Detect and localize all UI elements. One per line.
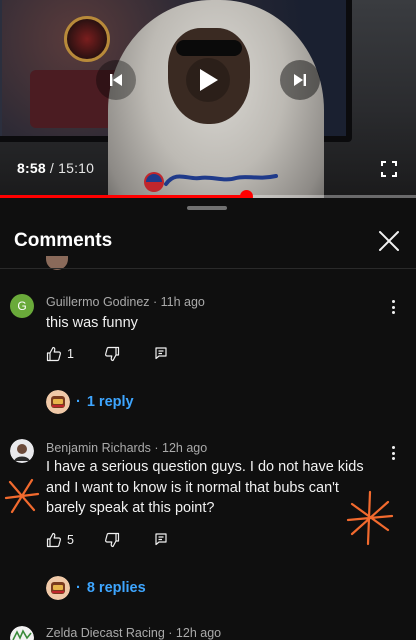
avatar[interactable]: G (10, 294, 34, 318)
comment-text: this was funny (46, 315, 138, 331)
replies-dot: · (76, 394, 81, 410)
dislike-button[interactable] (104, 532, 120, 548)
previous-button[interactable] (96, 60, 136, 100)
previous-icon (110, 74, 122, 86)
creator-avatar (46, 576, 70, 600)
thumbs-up-icon (46, 346, 61, 362)
divider (0, 268, 416, 269)
comment-author[interactable]: Zelda Diecast Racing (46, 626, 165, 640)
like-count: 5 (67, 533, 74, 547)
thumbs-down-icon (105, 532, 120, 548)
thumbs-down-icon (105, 346, 120, 362)
close-icon[interactable] (376, 228, 402, 254)
current-time: 8:58 (17, 160, 46, 176)
comment-meta: Guillermo Godinez · 11h ago (46, 295, 205, 309)
sunglasses (176, 40, 242, 56)
time-display: 8:58 / 15:10 (17, 160, 94, 176)
annotation-star-icon (4, 478, 40, 514)
avatar-letter: G (17, 299, 27, 313)
replies-count: 8 replies (86, 580, 146, 596)
drag-handle[interactable] (187, 206, 227, 210)
hoodie-logo (144, 172, 278, 192)
duration: 15:10 (58, 160, 95, 176)
comments-title: Comments (14, 230, 113, 251)
reply-icon (155, 533, 167, 546)
dislike-button[interactable] (104, 346, 120, 362)
comment-meta: Zelda Diecast Racing · 12h ago (46, 626, 222, 640)
like-count: 1 (67, 347, 74, 361)
more-options-button[interactable] (386, 444, 400, 462)
more-options-button[interactable] (386, 298, 400, 316)
avatar[interactable] (10, 439, 34, 463)
comment-time[interactable]: 12h ago (176, 626, 221, 640)
annotation-star-icon (346, 490, 394, 546)
thumbs-up-icon (46, 532, 61, 548)
reply-icon (155, 347, 167, 360)
avatar[interactable] (10, 626, 34, 640)
time-separator: / (45, 160, 59, 176)
reply-button[interactable] (154, 532, 168, 546)
like-button[interactable]: 1 (46, 346, 74, 362)
comment-author[interactable]: Benjamin Richards (46, 441, 151, 455)
replies-dot: · (76, 580, 81, 596)
play-button[interactable] (186, 58, 230, 102)
comments-panel: Comments G Guillermo Godinez · 11h ago t… (0, 198, 416, 640)
comment-time[interactable]: 12h ago (162, 441, 207, 455)
reply-button[interactable] (154, 346, 168, 360)
fullscreen-icon[interactable] (380, 160, 398, 178)
comment-meta: Benjamin Richards · 12h ago (46, 441, 208, 455)
like-button[interactable]: 5 (46, 532, 74, 548)
creator-avatar (46, 390, 70, 414)
next-icon (294, 74, 306, 86)
view-replies-button[interactable]: · 8 replies (46, 576, 146, 600)
comment-text: I have a serious question guys. I do not… (46, 459, 364, 516)
comment-author[interactable]: Guillermo Godinez (46, 295, 150, 309)
next-button[interactable] (280, 60, 320, 100)
view-replies-button[interactable]: · 1 reply (46, 390, 134, 414)
play-icon (200, 69, 218, 91)
replies-count: 1 reply (86, 394, 134, 410)
comment-time[interactable]: 11h ago (161, 295, 205, 309)
video-player[interactable]: 8:58 / 15:10 (0, 0, 416, 200)
